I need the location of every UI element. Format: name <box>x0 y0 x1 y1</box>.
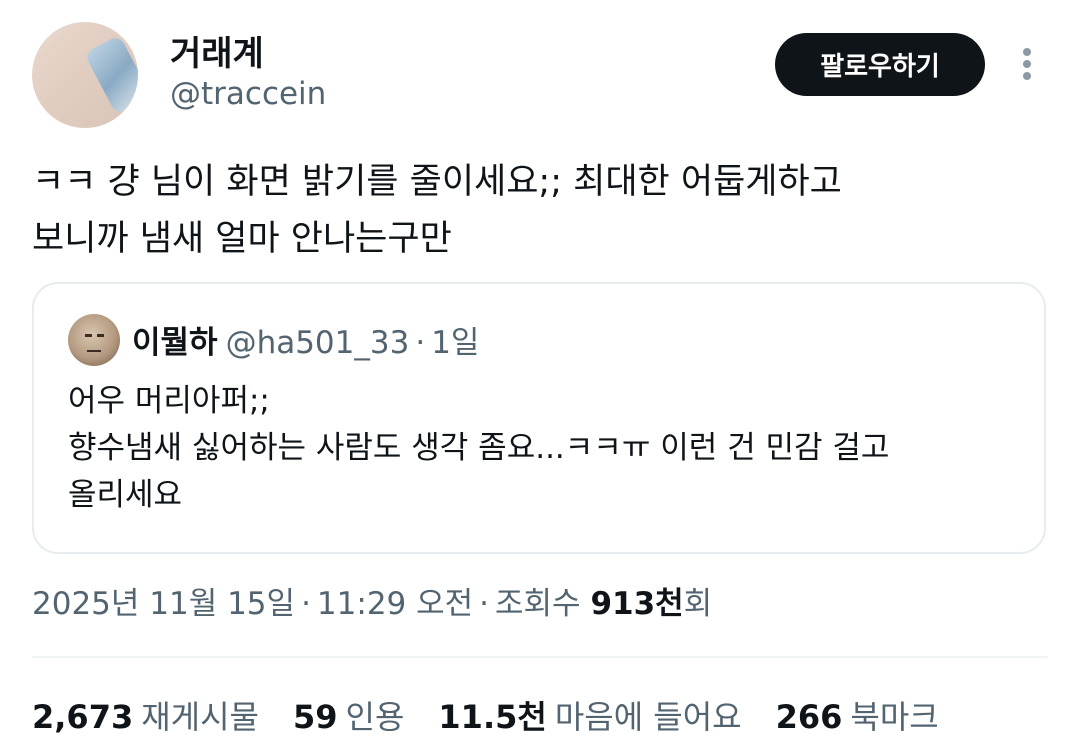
stat-reposts[interactable]: 2,673 재게시물 <box>32 692 259 738</box>
stat-likes[interactable]: 11.5천 마음에 들어요 <box>438 692 741 738</box>
quoted-author-handle[interactable]: @ha501_33 <box>226 325 410 361</box>
quoted-separator: · <box>415 325 426 361</box>
divider <box>32 656 1048 658</box>
stat-likes-count: 11.5천 <box>438 698 547 736</box>
stat-reposts-label: 재게시물 <box>141 698 259 736</box>
avatar-image-detail <box>83 34 138 116</box>
author-handle[interactable]: @traccein <box>170 76 326 112</box>
stat-quotes[interactable]: 59 인용 <box>293 692 404 738</box>
stat-likes-label: 마음에 들어요 <box>554 698 742 736</box>
follow-button[interactable]: 팔로우하기 <box>775 33 985 96</box>
stat-quotes-count: 59 <box>292 698 338 736</box>
views-label: 조회수 <box>495 586 581 622</box>
views-unit: 회 <box>683 586 713 622</box>
meta-separator: · <box>301 586 311 622</box>
quoted-author-name[interactable]: 이뭘하 <box>132 325 218 361</box>
author-avatar[interactable] <box>32 22 138 128</box>
stat-bookmarks-count: 266 <box>775 698 843 736</box>
tweet-date[interactable]: 2025년 11월 15일 <box>32 586 295 622</box>
engagement-stats: 2,673 재게시물 59 인용 11.5천 마음에 들어요 266 북마크 <box>32 692 973 738</box>
stat-bookmarks-label: 북마크 <box>850 698 939 736</box>
views-count: 913천 <box>590 586 684 622</box>
quoted-tweet-card[interactable]: 이뭘하 @ha501_33 · 1일 어우 머리아퍼;; 향수냄새 싫어하는 사람도 … <box>32 282 1046 554</box>
tweet-time[interactable]: 11:29 오전 <box>317 586 473 622</box>
tweet-meta: 2025년 11월 15일 · 11:29 오전 · 조회수 913천회 <box>32 578 712 623</box>
quoted-author-avatar[interactable] <box>68 314 120 366</box>
more-vertical-icon[interactable] <box>1012 44 1042 84</box>
author-display-name[interactable]: 거래계 <box>170 26 264 75</box>
quoted-tweet-text: 어우 머리아퍼;; 향수냄새 싫어하는 사람도 생각 좀요...ㅋㅋㅠ 이런 건… <box>68 383 890 513</box>
stat-reposts-count: 2,673 <box>32 698 134 736</box>
meta-separator: · <box>479 586 490 622</box>
quoted-tweet-header: 이뭘하 @ha501_33 · 1일 <box>132 317 479 362</box>
stat-quotes-label: 인용 <box>345 698 405 736</box>
quoted-tweet-time[interactable]: 1일 <box>431 325 479 361</box>
stat-bookmarks[interactable]: 266 북마크 <box>776 692 939 738</box>
tweet-text: ㅋㅋ 걍 님이 화면 밝기를 줄이세요;; 최대한 어둡게하고 보니까 냄새 얼… <box>32 162 842 259</box>
